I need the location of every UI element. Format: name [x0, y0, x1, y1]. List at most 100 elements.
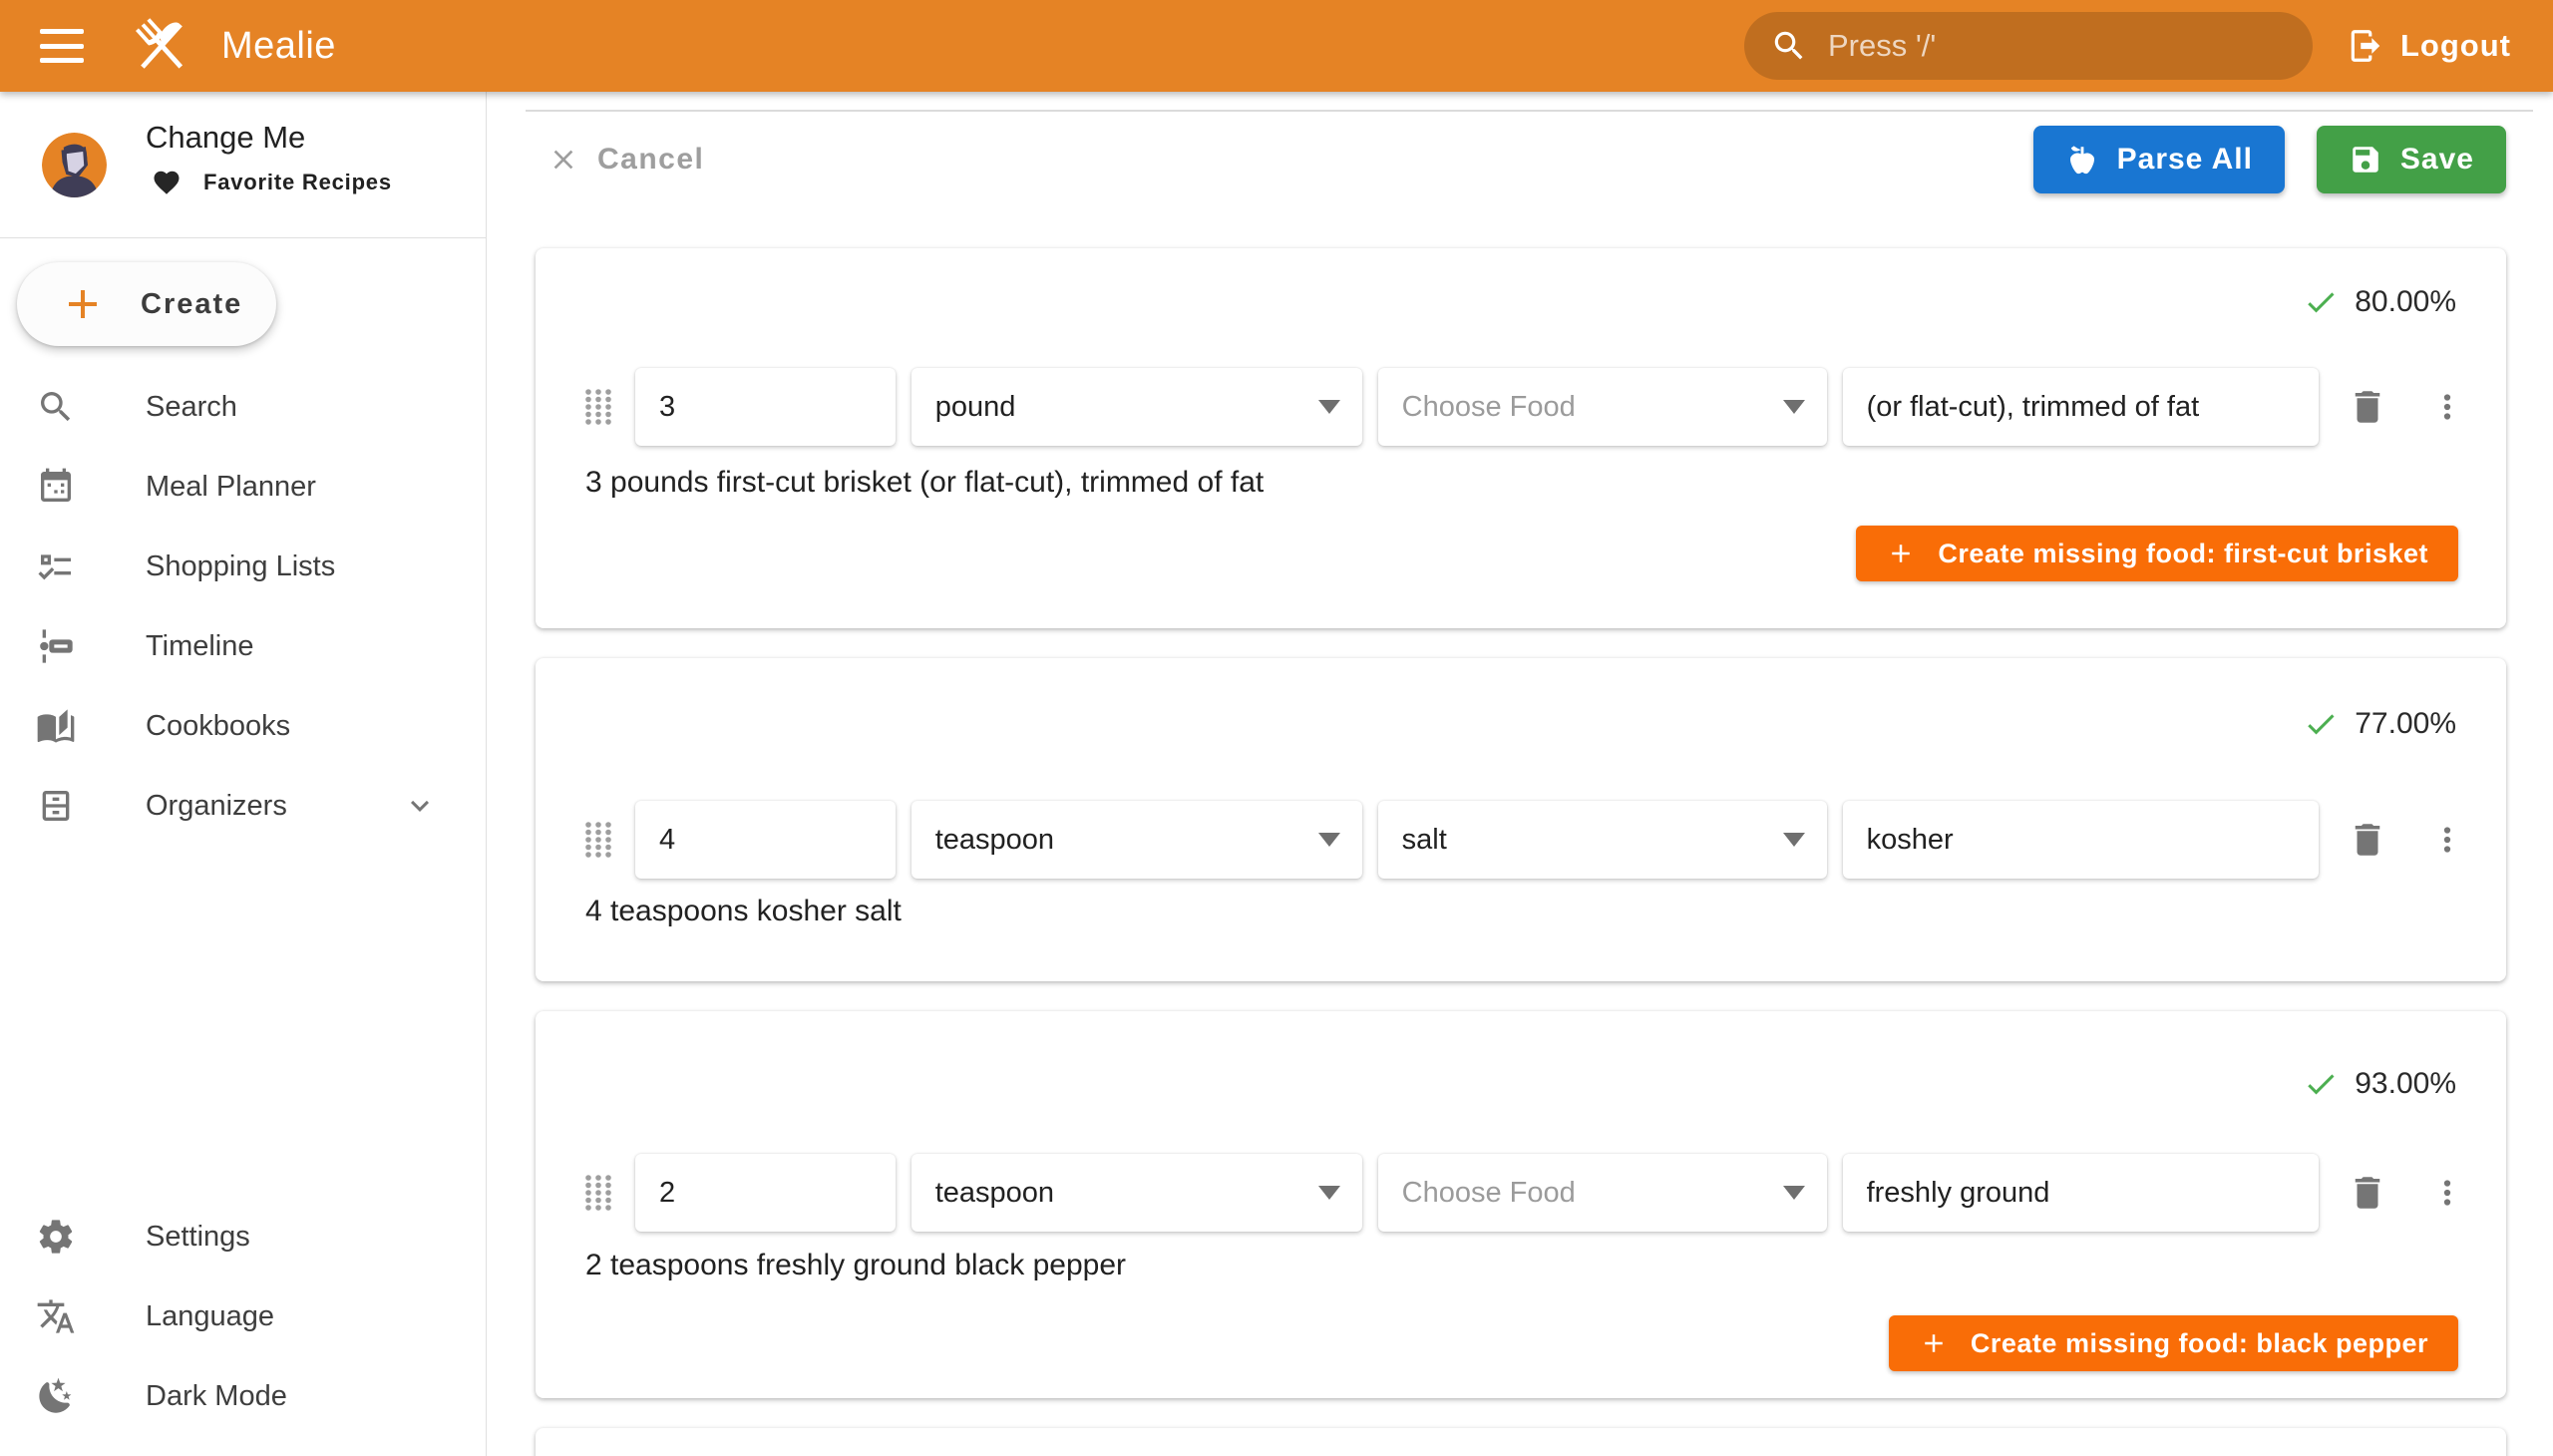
- check-icon: [2303, 1066, 2339, 1102]
- save-button[interactable]: Save: [2317, 126, 2506, 193]
- sidebar-item-timeline[interactable]: Timeline: [0, 606, 486, 686]
- calendar-icon: [36, 467, 76, 507]
- confidence-value: 77.00%: [2355, 707, 2456, 741]
- sidebar-item-dark-mode[interactable]: Dark Mode: [0, 1356, 486, 1436]
- check-icon: [2303, 706, 2339, 742]
- favorite-recipes-link[interactable]: Favorite Recipes: [152, 168, 392, 197]
- sidebar-item-organizers[interactable]: Organizers: [0, 766, 486, 846]
- confidence-value: 93.00%: [2355, 1067, 2456, 1101]
- sidebar-item-search[interactable]: Search: [0, 367, 486, 447]
- quantity-field[interactable]: [635, 368, 896, 446]
- cancel-label: Cancel: [597, 143, 704, 177]
- delete-button[interactable]: [2347, 819, 2388, 861]
- open-book-icon: [36, 706, 76, 746]
- sidebar-item-settings[interactable]: Settings: [0, 1197, 486, 1276]
- ingredient-card: 77.00% teaspoon salt: [536, 658, 2506, 981]
- sidebar-item-language[interactable]: Language: [0, 1276, 486, 1356]
- more-options-button[interactable]: [2428, 821, 2466, 859]
- caret-down-icon: [1318, 833, 1340, 847]
- drawer-icon: [36, 786, 76, 826]
- note-field[interactable]: [1843, 801, 2319, 879]
- caret-down-icon: [1318, 400, 1340, 414]
- kebab-icon: [2428, 1174, 2466, 1212]
- more-options-button[interactable]: [2428, 388, 2466, 426]
- magnify-icon: [36, 387, 76, 427]
- translate-icon: [36, 1296, 76, 1336]
- save-icon: [2349, 143, 2382, 177]
- avatar[interactable]: [42, 133, 107, 197]
- quantity-input[interactable]: [659, 824, 872, 857]
- chevron-down-icon[interactable]: [402, 788, 438, 824]
- caret-down-icon: [1783, 400, 1805, 414]
- delete-button[interactable]: [2347, 386, 2388, 428]
- create-missing-food-button[interactable]: Create missing food: first-cut brisket: [1856, 526, 2458, 581]
- note-input[interactable]: [1867, 1177, 2295, 1210]
- user-block: Change Me Favorite Recipes: [0, 92, 486, 237]
- drag-handle[interactable]: [583, 820, 613, 860]
- gear-icon: [36, 1217, 76, 1257]
- ingredient-card: 93.00% teaspoon Choose Food: [536, 1011, 2506, 1398]
- search-input[interactable]: Press '/': [1744, 12, 2313, 80]
- moon-stars-icon: [36, 1376, 76, 1416]
- heart-icon: [152, 168, 182, 197]
- original-ingredient-text: 2 teaspoons freshly ground black pepper: [585, 1249, 1126, 1282]
- drag-handle[interactable]: [583, 1173, 613, 1213]
- quantity-input[interactable]: [659, 391, 872, 424]
- menu-icon[interactable]: [40, 29, 84, 63]
- confidence-value: 80.00%: [2355, 285, 2456, 319]
- food-select[interactable]: Choose Food: [1378, 368, 1827, 446]
- kebab-icon: [2428, 821, 2466, 859]
- logout-icon: [2347, 27, 2384, 65]
- caret-down-icon: [1783, 1186, 1805, 1200]
- unit-select[interactable]: pound: [912, 368, 1362, 446]
- drag-handle[interactable]: [583, 387, 613, 427]
- main-content: Cancel Parse All Save 80.00%: [488, 92, 2553, 1456]
- sidebar-item-meal-planner[interactable]: Meal Planner: [0, 447, 486, 527]
- sidebar-divider: [0, 237, 486, 238]
- cancel-button[interactable]: Cancel: [536, 143, 716, 177]
- caret-down-icon: [1783, 833, 1805, 847]
- create-label: Create: [141, 288, 242, 321]
- food-select[interactable]: salt: [1378, 801, 1827, 879]
- search-icon: [1770, 27, 1808, 65]
- food-select[interactable]: Choose Food: [1378, 1154, 1827, 1232]
- sidebar: Change Me Favorite Recipes Create Search…: [0, 92, 487, 1456]
- timeline-icon: [36, 626, 76, 666]
- trash-icon: [2347, 386, 2388, 428]
- unit-select[interactable]: teaspoon: [912, 801, 1362, 879]
- ingredient-fields-row: teaspoon Choose Food: [583, 1154, 2466, 1232]
- sidebar-item-cookbooks[interactable]: Cookbooks: [0, 686, 486, 766]
- more-options-button[interactable]: [2428, 1174, 2466, 1212]
- parse-all-button[interactable]: Parse All: [2033, 126, 2285, 193]
- note-field[interactable]: [1843, 1154, 2319, 1232]
- original-ingredient-text: 4 teaspoons kosher salt: [585, 895, 902, 928]
- app-title: Mealie: [221, 25, 336, 68]
- logout-label: Logout: [2400, 28, 2511, 64]
- logout-button[interactable]: Logout: [2347, 27, 2511, 65]
- parser-toolbar: Cancel Parse All Save: [536, 126, 2506, 193]
- create-missing-food-button[interactable]: Create missing food: black pepper: [1889, 1315, 2458, 1371]
- plus-icon: [1919, 1328, 1949, 1358]
- apple-icon: [2065, 143, 2099, 177]
- quantity-field[interactable]: [635, 801, 896, 879]
- ingredient-card-partial: [536, 1428, 2506, 1456]
- sidebar-item-shopping-lists[interactable]: Shopping Lists: [0, 527, 486, 606]
- create-button[interactable]: Create: [17, 262, 276, 346]
- original-ingredient-text: 3 pounds first-cut brisket (or flat-cut)…: [585, 466, 1264, 500]
- silverware-logo-icon: [126, 10, 197, 82]
- note-input[interactable]: [1867, 824, 2295, 857]
- note-input[interactable]: [1867, 391, 2295, 424]
- confidence-badge: 80.00%: [2303, 284, 2456, 320]
- ingredient-list: 80.00% pound Choose Food: [536, 248, 2506, 1456]
- parse-all-label: Parse All: [2117, 143, 2253, 177]
- delete-button[interactable]: [2347, 1172, 2388, 1214]
- user-name: Change Me: [146, 120, 305, 156]
- unit-select[interactable]: teaspoon: [912, 1154, 1362, 1232]
- quantity-input[interactable]: [659, 1177, 872, 1210]
- search-placeholder: Press '/': [1828, 28, 1936, 64]
- note-field[interactable]: [1843, 368, 2319, 446]
- trash-icon: [2347, 819, 2388, 861]
- plus-icon: [1886, 539, 1916, 568]
- caret-down-icon: [1318, 1186, 1340, 1200]
- quantity-field[interactable]: [635, 1154, 896, 1232]
